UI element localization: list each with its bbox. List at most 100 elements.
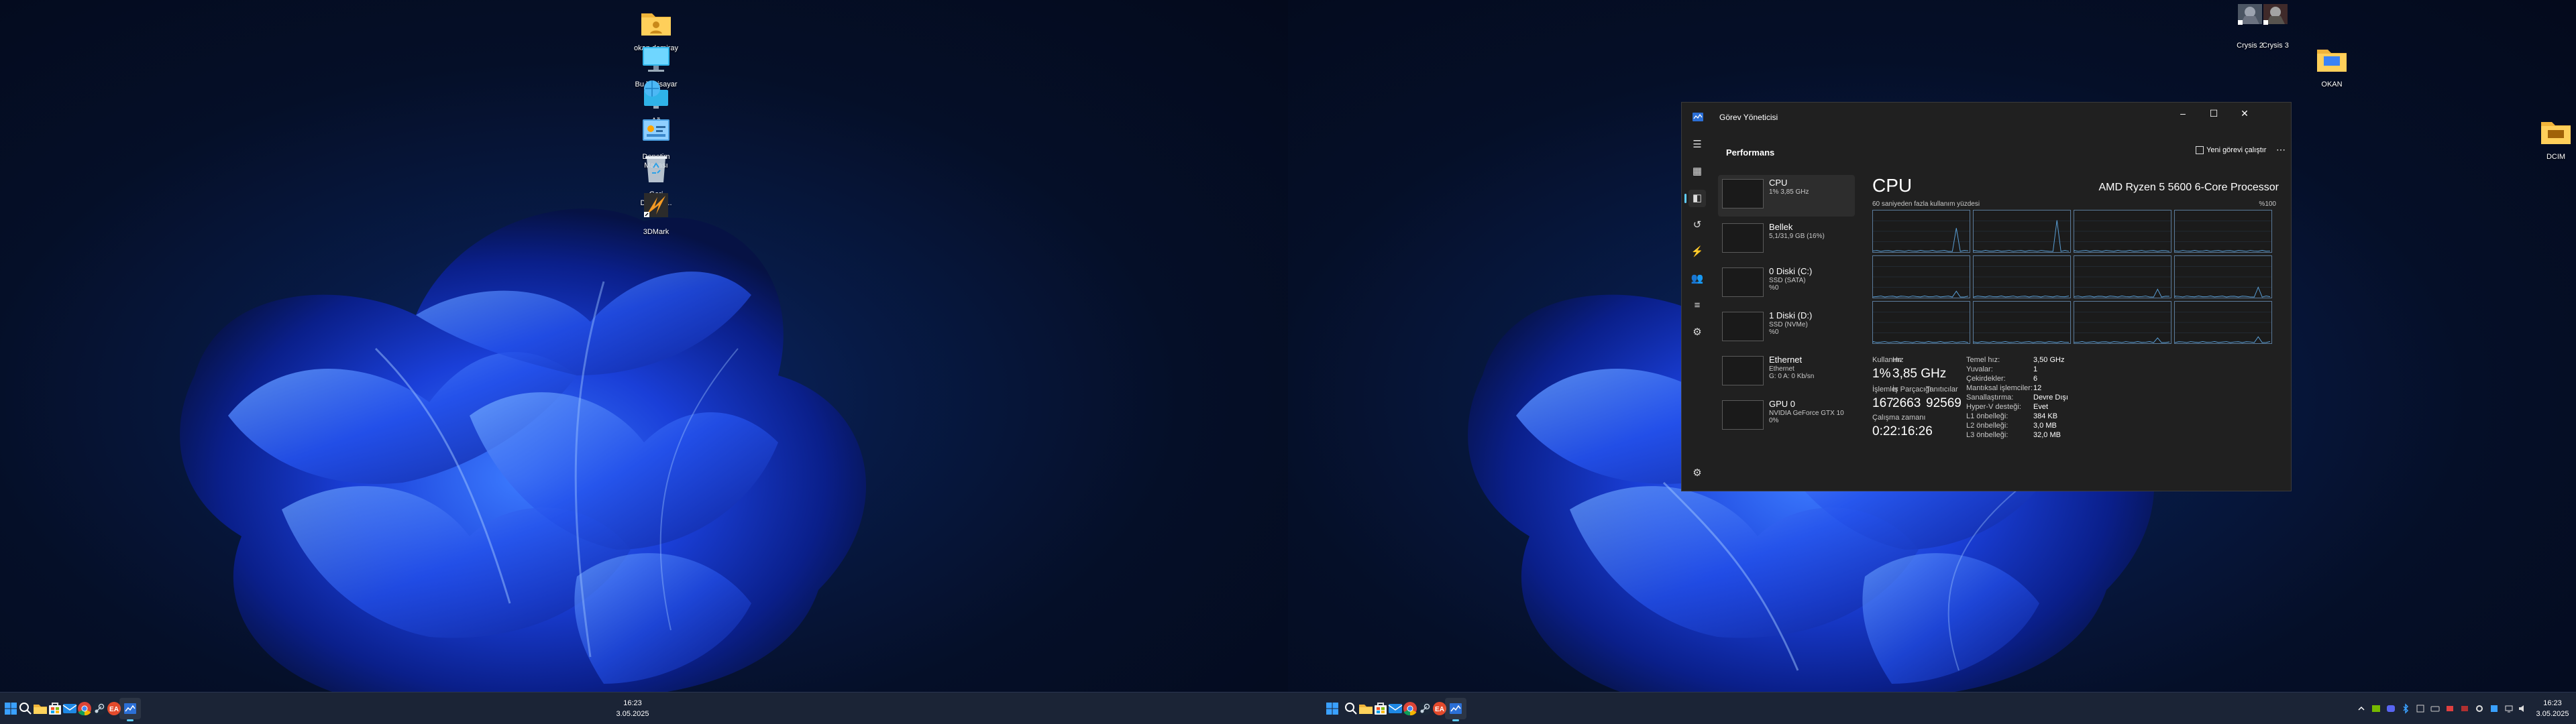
resource-thumbnail-graph: [1722, 179, 1764, 208]
cpu-core-graph: [2074, 210, 2171, 253]
resource-item[interactable]: GPU 0 NVIDIA GeForce GTX 10 0%: [1718, 396, 1855, 438]
spec-value: 1: [2033, 365, 2038, 373]
desktop-3dmark[interactable]: 3DMark: [629, 188, 683, 237]
desktop-crysis3[interactable]: Crysis 3: [2249, 1, 2302, 50]
app-tray-icon[interactable]: [2415, 703, 2426, 714]
gear-tray-icon[interactable]: [2474, 703, 2485, 714]
cpu-model: AMD Ryzen 5 5600 6-Core Processor: [2098, 182, 2279, 193]
resource-name: 1 Diski (D:): [1769, 310, 1813, 320]
resource-item[interactable]: 1 Diski (D:) SSD (NVMe) %0: [1718, 308, 1855, 349]
resource-detail: 0%: [1769, 417, 1779, 424]
resource-item[interactable]: CPU 1% 3,85 GHz: [1718, 175, 1855, 217]
services-icon[interactable]: ⚙: [1688, 324, 1706, 341]
app-history-icon[interactable]: ↺: [1688, 217, 1706, 234]
svg-text:EA: EA: [1435, 706, 1444, 713]
resource-detail: NVIDIA GeForce GTX 10: [1769, 410, 1844, 417]
spec-key: L1 önbelleği:: [1966, 412, 2008, 420]
page-header: Performans Yeni görevi çalıştır ⋯: [1713, 140, 2291, 164]
cpu-core-graph: [1973, 255, 2071, 298]
core-usage-line: [2074, 221, 2171, 252]
close-button[interactable]: ✕: [2229, 103, 2260, 124]
core-usage-line: [1872, 312, 1970, 343]
resource-name: CPU: [1769, 178, 1788, 188]
task-manager-taskbar-button[interactable]: [1445, 698, 1466, 721]
app-red-tray-icon[interactable]: [2445, 703, 2455, 714]
resource-item[interactable]: 0 Diski (C:) SSD (SATA) %0: [1718, 263, 1855, 305]
desktop-okan-folder[interactable]: OKAN: [2305, 40, 2359, 89]
clock-time: 16:23: [2543, 699, 2562, 707]
usage-value: 1%: [1872, 367, 1891, 381]
users-icon[interactable]: 👥: [1688, 270, 1706, 288]
new-task-icon: [2196, 146, 2204, 155]
resource-thumbnail-graph: [1722, 356, 1764, 385]
spec-key: Mantıksal işlemciler:: [1966, 384, 2033, 392]
core-usage-line: [1973, 266, 2070, 298]
graph-caption: 60 saniyeden fazla kullanım yüzdesi: [1872, 200, 1980, 208]
resource-name: Bellek: [1769, 222, 1793, 232]
core-usage-line: [2074, 312, 2171, 343]
details-icon[interactable]: ≡: [1688, 297, 1706, 314]
nvidia-tray-icon[interactable]: [2371, 703, 2381, 714]
folder-icon: [2541, 122, 2571, 144]
processes-value: 167: [1872, 396, 1894, 410]
maximize-button[interactable]: ☐: [2198, 103, 2229, 124]
desktop-dcim-folder[interactable]: DCIM: [2529, 113, 2576, 162]
app-blue-tray-icon[interactable]: [2489, 703, 2500, 714]
core-usage-line: [1872, 266, 1970, 298]
core-usage-line: [2174, 266, 2271, 298]
task-manager-taskbar-button[interactable]: [119, 698, 141, 721]
graph-max-label: %100: [2259, 200, 2276, 208]
resource-thumbnail-graph: [1722, 267, 1764, 297]
handles-value: 92569: [1926, 396, 1962, 410]
spec-key: L3 önbelleği:: [1966, 431, 2008, 439]
more-options-button[interactable]: ⋯: [2276, 144, 2286, 156]
control-panel-icon: [643, 119, 669, 141]
resource-item[interactable]: Ethernet Ethernet G: 0 A: 0 Kb/sn: [1718, 352, 1855, 394]
speed-label: Hız: [1892, 356, 1904, 364]
cpu-core-graph: [1973, 301, 2071, 344]
chevron-up-icon[interactable]: [2356, 703, 2367, 714]
task-manager-window: Görev Yöneticisi – ☐ ✕ ☰ ▦ ◧ ↺ ⚡ 👥 ≡ ⚙ ⚙…: [1681, 102, 2292, 491]
svg-text:EA: EA: [109, 706, 119, 713]
taskbar-clock-right[interactable]: 16:23 3.05.2025: [2529, 698, 2576, 719]
resource-detail: G: 0 A: 0 Kb/sn: [1769, 373, 1815, 380]
cpu-core-graph: [2174, 255, 2272, 298]
discord-tray-icon[interactable]: [2385, 703, 2396, 714]
task-manager-icon: [1693, 113, 1703, 121]
keyboard-tray-icon[interactable]: [2430, 703, 2440, 714]
resource-name: GPU 0: [1769, 399, 1796, 409]
3dmark-icon: [644, 193, 668, 217]
title-bar[interactable]: Görev Yöneticisi – ☐ ✕: [1682, 103, 2291, 132]
cpu-core-graphs: [1872, 210, 2275, 347]
cpu-core-graph: [1872, 255, 1970, 298]
bluetooth-tray-icon[interactable]: [2400, 703, 2411, 714]
core-usage-line: [1973, 220, 2070, 252]
task-manager-icon: [124, 703, 136, 714]
core-usage-line: [1872, 221, 1970, 252]
cpu-core-graph: [1872, 301, 1970, 344]
volume-tray-icon[interactable]: [2517, 703, 2528, 714]
spec-value: Devre Dışı: [2033, 394, 2068, 402]
network-tray-icon[interactable]: [2504, 703, 2514, 714]
performance-icon[interactable]: ◧: [1684, 190, 1706, 207]
cpu-core-graph: [2174, 210, 2272, 253]
resource-detail: Ethernet: [1769, 365, 1794, 373]
app-red-tray-icon[interactable]: [2459, 703, 2470, 714]
resource-detail: %0: [1769, 328, 1779, 336]
minimize-button[interactable]: –: [2167, 103, 2198, 124]
spec-key: Temel hız:: [1966, 356, 2000, 364]
resource-item[interactable]: Bellek 5,1/31,9 GB (16%): [1718, 219, 1855, 261]
processes-icon[interactable]: ▦: [1688, 163, 1706, 180]
task-manager-icon: [1450, 703, 1462, 714]
taskbar-clock-left[interactable]: 16:23 3.05.2025: [609, 698, 656, 719]
settings-gear-icon[interactable]: ⚙: [1688, 465, 1706, 482]
resource-detail: SSD (NVMe): [1769, 321, 1808, 328]
network-globe-icon: [644, 80, 668, 109]
startup-apps-icon[interactable]: ⚡: [1688, 243, 1706, 261]
spec-value: Evet: [2033, 403, 2049, 411]
hamburger-menu-icon[interactable]: ☰: [1688, 136, 1706, 154]
desktop-3dmark-label: 3DMark: [643, 228, 669, 236]
core-usage-line: [2074, 266, 2171, 298]
new-task-button[interactable]: Yeni görevi çalıştır: [2196, 146, 2276, 160]
desktop-okan-folder-label: OKAN: [2321, 80, 2343, 88]
